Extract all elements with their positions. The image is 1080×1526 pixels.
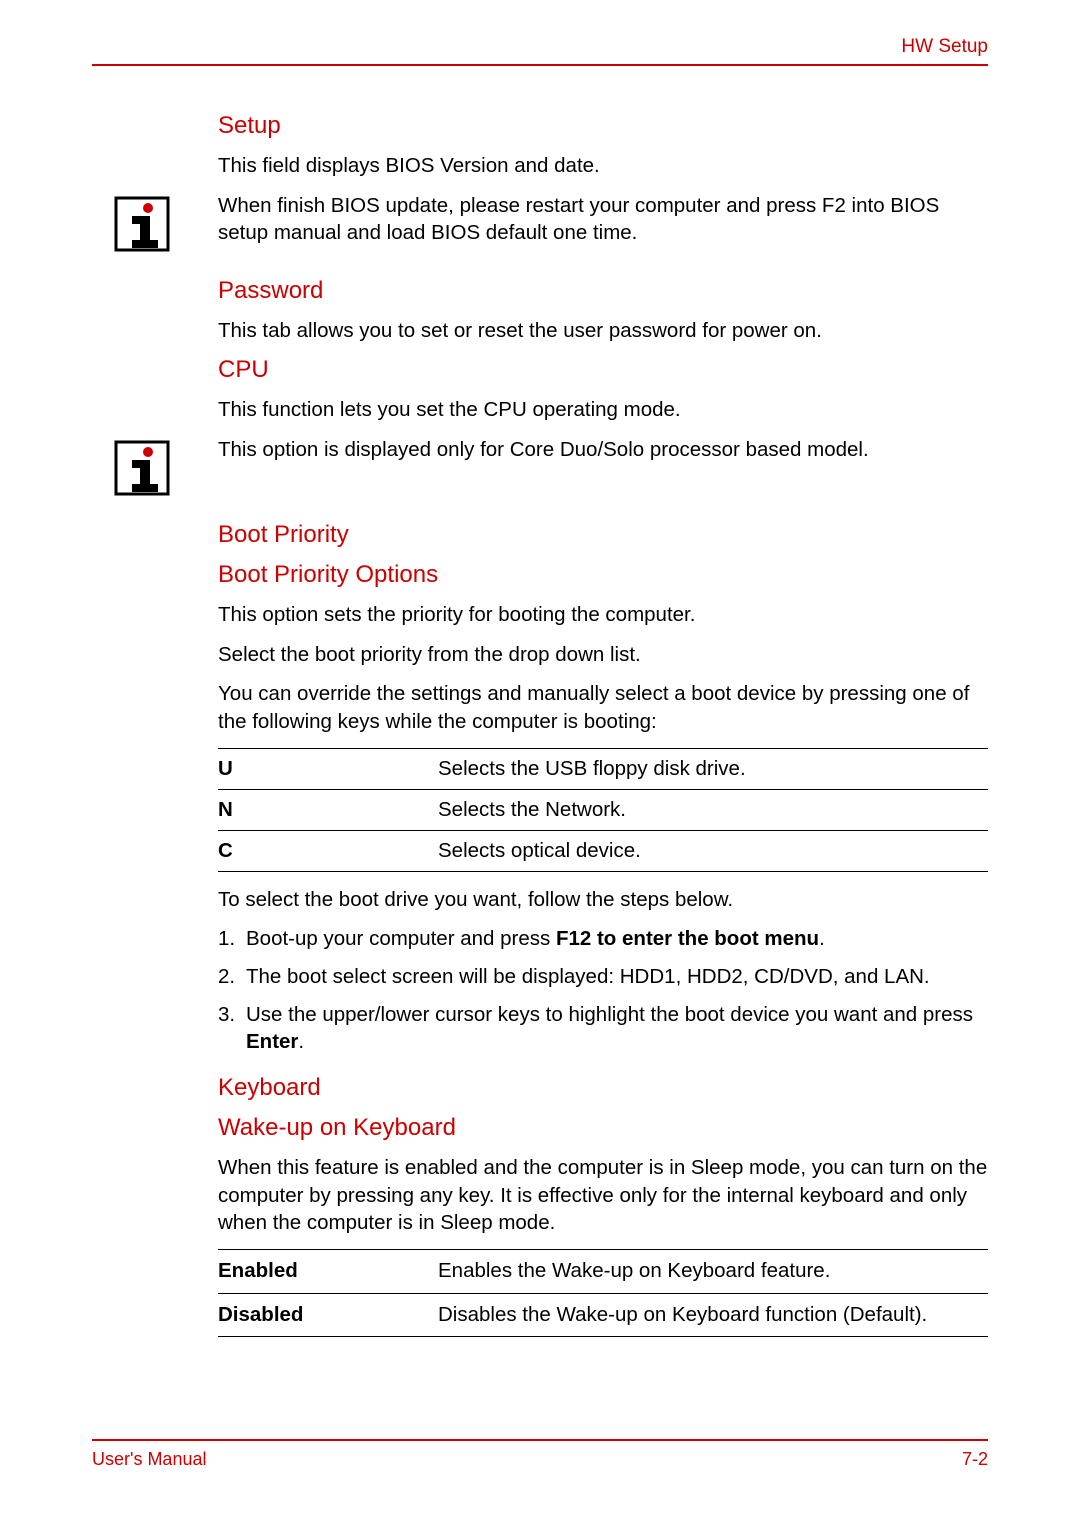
heading-keyboard: Keyboard (218, 1074, 988, 1102)
key-desc: Selects the Network. (438, 789, 988, 830)
heading-cpu: CPU (218, 356, 988, 384)
info-icon (112, 438, 172, 503)
list-item: Use the upper/lower cursor keys to highl… (218, 1001, 988, 1056)
password-body: This tab allows you to set or reset the … (218, 317, 988, 345)
table-row: Disabled Disables the Wake-up on Keyboar… (218, 1293, 988, 1337)
key-label: N (218, 789, 438, 830)
key-desc: Selects the USB floppy disk drive. (438, 748, 988, 789)
heading-wakeup: Wake-up on Keyboard (218, 1114, 988, 1142)
info-text-cpu: This option is displayed only for Core D… (218, 436, 988, 464)
list-item: Boot-up your computer and press F12 to e… (218, 925, 988, 953)
page-footer: User's Manual 7-2 (92, 1439, 988, 1470)
boot-p1: This option sets the priority for bootin… (218, 601, 988, 629)
key-label: C (218, 830, 438, 871)
table-row: Enabled Enables the Wake-up on Keyboard … (218, 1250, 988, 1294)
step-text: Use the upper/lower cursor keys to highl… (246, 1003, 973, 1026)
boot-steps-list: Boot-up your computer and press F12 to e… (218, 925, 988, 1056)
info-text-setup: When finish BIOS update, please restart … (218, 192, 988, 247)
footer-right: 7-2 (962, 1449, 988, 1470)
key-desc: Selects optical device. (438, 830, 988, 871)
info-note-setup: When finish BIOS update, please restart … (92, 192, 988, 259)
table-row: U Selects the USB floppy disk drive. (218, 748, 988, 789)
table-row: N Selects the Network. (218, 789, 988, 830)
setup-body: This field displays BIOS Version and dat… (218, 152, 988, 180)
step-text: . (298, 1030, 304, 1053)
step-text: Boot-up your computer and press (246, 927, 556, 950)
heading-setup: Setup (218, 112, 988, 140)
page-header: HW Setup (92, 36, 988, 66)
heading-password: Password (218, 277, 988, 305)
list-item: The boot select screen will be displayed… (218, 963, 988, 991)
option-name: Enabled (218, 1250, 438, 1294)
keyboard-option-table: Enabled Enables the Wake-up on Keyboard … (218, 1249, 988, 1337)
option-desc: Enables the Wake-up on Keyboard feature. (438, 1250, 988, 1294)
keyboard-body: When this feature is enabled and the com… (218, 1154, 988, 1237)
content-area: Setup This field displays BIOS Version a… (92, 66, 988, 1337)
info-icon (112, 194, 172, 259)
boot-key-table: U Selects the USB floppy disk drive. N S… (218, 748, 988, 872)
step-text: . (819, 927, 825, 950)
option-name: Disabled (218, 1293, 438, 1337)
step-bold: Enter (246, 1030, 298, 1053)
table-row: C Selects optical device. (218, 830, 988, 871)
cpu-body: This function lets you set the CPU opera… (218, 396, 988, 424)
boot-p3: You can override the settings and manual… (218, 680, 988, 735)
boot-p2: Select the boot priority from the drop d… (218, 641, 988, 669)
boot-p4: To select the boot drive you want, follo… (218, 886, 988, 914)
option-desc: Disables the Wake-up on Keyboard functio… (438, 1293, 988, 1337)
heading-boot-priority: Boot Priority (218, 521, 988, 549)
key-label: U (218, 748, 438, 789)
step-text: The boot select screen will be displayed… (246, 965, 930, 988)
footer-left: User's Manual (92, 1449, 206, 1470)
header-title: HW Setup (901, 36, 988, 57)
heading-boot-options: Boot Priority Options (218, 561, 988, 589)
info-note-cpu: This option is displayed only for Core D… (92, 436, 988, 503)
step-bold: F12 to enter the boot menu (556, 927, 819, 950)
